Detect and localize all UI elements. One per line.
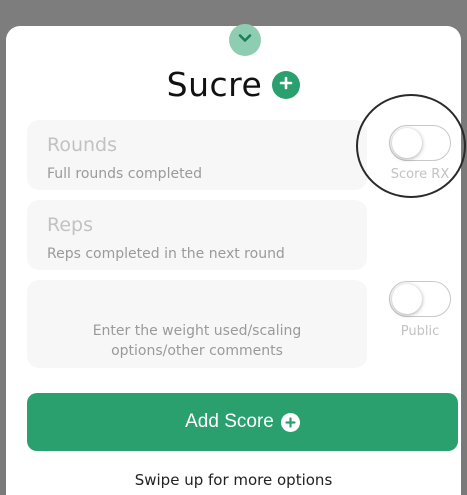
toggle-knob bbox=[392, 284, 422, 314]
highlight-circle bbox=[356, 94, 466, 198]
add-score-button[interactable]: Add Score bbox=[27, 393, 458, 451]
swipe-hint: Swipe up for more options bbox=[134, 471, 333, 489]
workout-title: Sucre bbox=[166, 64, 263, 104]
public-label: Public bbox=[400, 324, 440, 339]
comments-placeholder: Enter the weight used/scaling options/ot… bbox=[92, 323, 302, 359]
add-score-label: Add Score bbox=[185, 411, 274, 432]
comments-field[interactable]: Enter the weight used/scaling options/ot… bbox=[27, 280, 367, 368]
plus-circle-icon bbox=[278, 75, 294, 95]
rounds-hint: Full rounds completed bbox=[47, 166, 203, 182]
reps-label: Reps bbox=[47, 214, 93, 236]
reps-field[interactable]: Reps Reps completed in the next round bbox=[27, 200, 367, 270]
public-toggle[interactable] bbox=[389, 281, 451, 317]
chevron-down-icon bbox=[237, 30, 253, 50]
add-workout-button[interactable] bbox=[272, 71, 301, 99]
collapse-button[interactable] bbox=[229, 24, 261, 56]
rounds-field[interactable]: Rounds Full rounds completed bbox=[27, 120, 367, 190]
rounds-label: Rounds bbox=[47, 134, 118, 156]
plus-circle-icon bbox=[280, 412, 300, 432]
reps-hint: Reps completed in the next round bbox=[47, 246, 285, 262]
